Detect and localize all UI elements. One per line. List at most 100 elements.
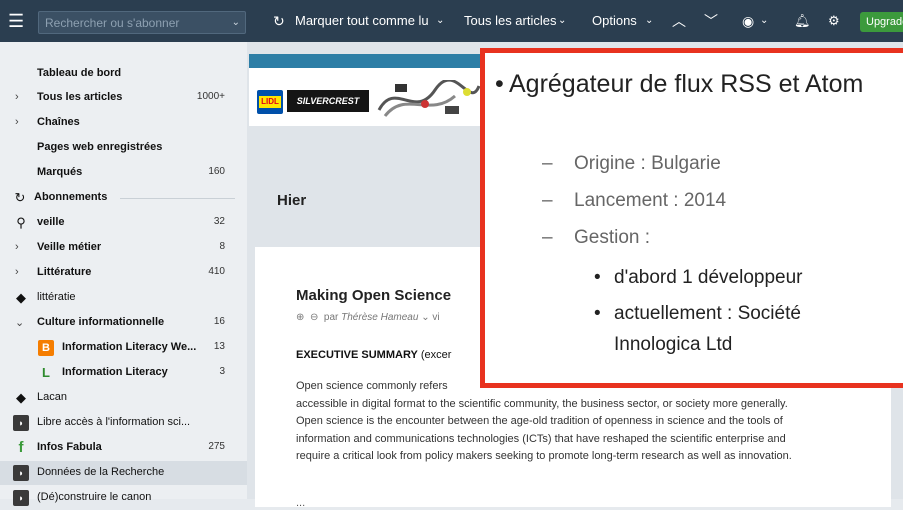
chevron-up-icon[interactable]: ︿ [672,0,686,42]
sidebar-item-litteratie[interactable]: ◆ littératie [0,286,247,310]
refresh-icon[interactable]: ↻ [12,190,28,206]
chevron-down-icon[interactable]: ⌄ [15,316,24,329]
upgrade-button[interactable]: Upgrade [860,12,903,32]
lidl-logo: LIDL [257,90,283,114]
chevron-right-icon[interactable]: › [15,116,19,128]
chevron-right-icon[interactable]: › [15,241,19,253]
sidebar-item-label: Abonnements [34,191,108,203]
sidebar-item-label: Information Literacy We... [62,341,197,353]
eye-icon[interactable]: ◉ [742,0,754,42]
hamburger-icon[interactable]: ☰ [8,0,24,42]
chevron-down-icon[interactable]: ⌄ [421,312,429,323]
rss-icon: ◗ [13,415,29,431]
sidebar-item-culture-informationnelle[interactable]: ⌄ Culture informationnelle 16 [0,311,247,335]
chevron-down-icon[interactable]: ⌄ [436,0,444,42]
blogger-icon: B [38,340,54,356]
silvercrest-logo: SILVERCREST [287,90,369,112]
sidebar-item-libre-acces[interactable]: ◗ Libre accès à l'information sci... [0,411,247,435]
sidebar-item-label: Tous les articles [37,91,123,103]
sidebar-item-label: Libre accès à l'information sci... [37,416,191,428]
article-body-line: require a critical look from policy make… [296,450,792,462]
chevron-down-icon[interactable]: ⌄ [232,12,240,33]
sidebar-item-label: Tableau de bord [37,67,122,79]
sidebar-item-lacan[interactable]: ◆ Lacan [0,386,247,410]
sidebar-item-construire-canon[interactable]: ◗ (Dé)construire le canon [0,486,247,510]
sidebar-item-label: Marqués [37,166,83,178]
tag-icon: ◆ [16,290,26,305]
article-summary-heading: EXECUTIVE SUMMARY (excer [296,349,452,361]
refresh-icon[interactable]: ↻ [273,0,285,42]
sidebar-item-label: littératie [37,291,76,303]
sidebar-item-label: Lacan [37,391,67,403]
chevron-down-icon[interactable]: ﹀ [704,0,718,42]
unread-count: 1000+ [196,91,225,102]
bullet-icon: • [495,70,504,98]
sidebar-item-veille-metier[interactable]: › Veille métier 8 [0,236,247,260]
fabula-logo-icon: f [18,439,24,456]
overlay-main-point: • Agrégateur de flux RSS et Atom [495,66,889,103]
chevron-down-icon[interactable]: ⌄ [760,0,768,42]
unread-count: 410 [208,266,225,277]
article-body-line: accessible in digital format to the scie… [296,397,788,410]
sidebar-item-donnees-recherche[interactable]: ◗ Données de la Recherche [0,461,247,485]
section-heading: Hier [277,192,307,209]
chevron-down-icon[interactable]: ⌄ [645,0,653,42]
globe-icon: ⊕ [296,312,305,323]
chevron-right-icon[interactable]: › [15,266,19,278]
mark-all-read-button[interactable]: Marquer tout comme lu [295,0,429,42]
article-body-line: Open science is the encounter between th… [296,415,783,427]
search-icon: ⚲ [16,215,26,230]
unread-count: 275 [208,441,225,452]
sidebar-item-veille[interactable]: ⚲ veille 32 [0,211,247,235]
meta-suffix: vi [432,312,440,323]
sidebar-item-information-literacy-web[interactable]: B Information Literacy We... 13 [0,336,247,360]
sidebar-item-label: Chaînes [37,116,80,128]
search-box[interactable]: ⌄ [38,11,246,34]
article-body-line: information and communications technolog… [296,432,786,445]
sidebar-item-information-literacy[interactable]: L Information Literacy 3 [0,361,247,385]
all-articles-dropdown[interactable]: Tous les articles [464,0,556,42]
options-dropdown[interactable]: Options [592,0,637,42]
gear-icon[interactable]: ⚙ [828,0,840,42]
cables-image [377,80,481,117]
meta-prefix: par [323,312,339,323]
chevron-down-icon[interactable]: ⌄ [558,0,566,42]
sidebar-item-starred[interactable]: Marqués 160 [0,161,247,185]
sidebar-item-label: (Dé)construire le canon [37,491,152,503]
feed-logo-icon: L [42,365,50,380]
sidebar-item-dashboard[interactable]: Tableau de bord [0,62,247,86]
rss-icon: ◗ [13,490,29,506]
sidebar-item-infos-fabula[interactable]: f Infos Fabula 275 [0,436,247,460]
divider [120,198,235,199]
top-toolbar: ☰ ⌄ ↻ Marquer tout comme lu ⌄ Tous les a… [0,0,903,42]
unread-count: 160 [208,166,225,177]
sidebar-item-saved-pages[interactable]: Pages web enregistrées [0,136,247,160]
search-input[interactable] [45,12,215,33]
sidebar-item-label: Pages web enregistrées [37,141,163,153]
rss-icon: ◗ [13,465,29,481]
unread-count: 8 [219,241,225,252]
sidebar-item-litterature[interactable]: › Littérature 410 [0,261,247,285]
unread-count: 16 [213,316,225,327]
sidebar-item-label: Information Literacy [62,366,168,378]
sidebar-item-channels[interactable]: › Chaînes [0,111,247,135]
tag-icon: ◆ [16,390,26,405]
sidebar-item-label: Données de la Recherche [37,466,165,478]
article-body: Open science commonly refers accessible … [296,378,886,466]
article-title[interactable]: Making Open Science [296,287,451,304]
bell-icon[interactable]: 🔔︎ [794,0,811,42]
sidebar-item-all-articles[interactable]: › Tous les articles 1000+ [0,86,247,110]
sidebar-item-label: Culture informationnelle [37,316,165,328]
chevron-right-icon[interactable]: › [15,91,19,103]
link-icon[interactable]: ⊖ [310,312,318,323]
unread-count: 13 [213,341,225,352]
sidebar-item-label: veille [37,216,65,228]
unread-count: 3 [219,366,225,377]
sidebar-item-label: Infos Fabula [37,441,102,453]
ad-banner[interactable]: LIDL SILVERCREST [249,68,489,126]
article-author[interactable]: Thérèse Hameau [341,312,418,323]
annotation-overlay: • Agrégateur de flux RSS et Atom – Origin… [480,48,903,388]
unread-count: 32 [213,216,225,227]
article-meta: ⊕ ⊖ par Thérèse Hameau ⌄ vi [296,312,440,323]
sidebar-item-label: Veille métier [37,241,102,253]
